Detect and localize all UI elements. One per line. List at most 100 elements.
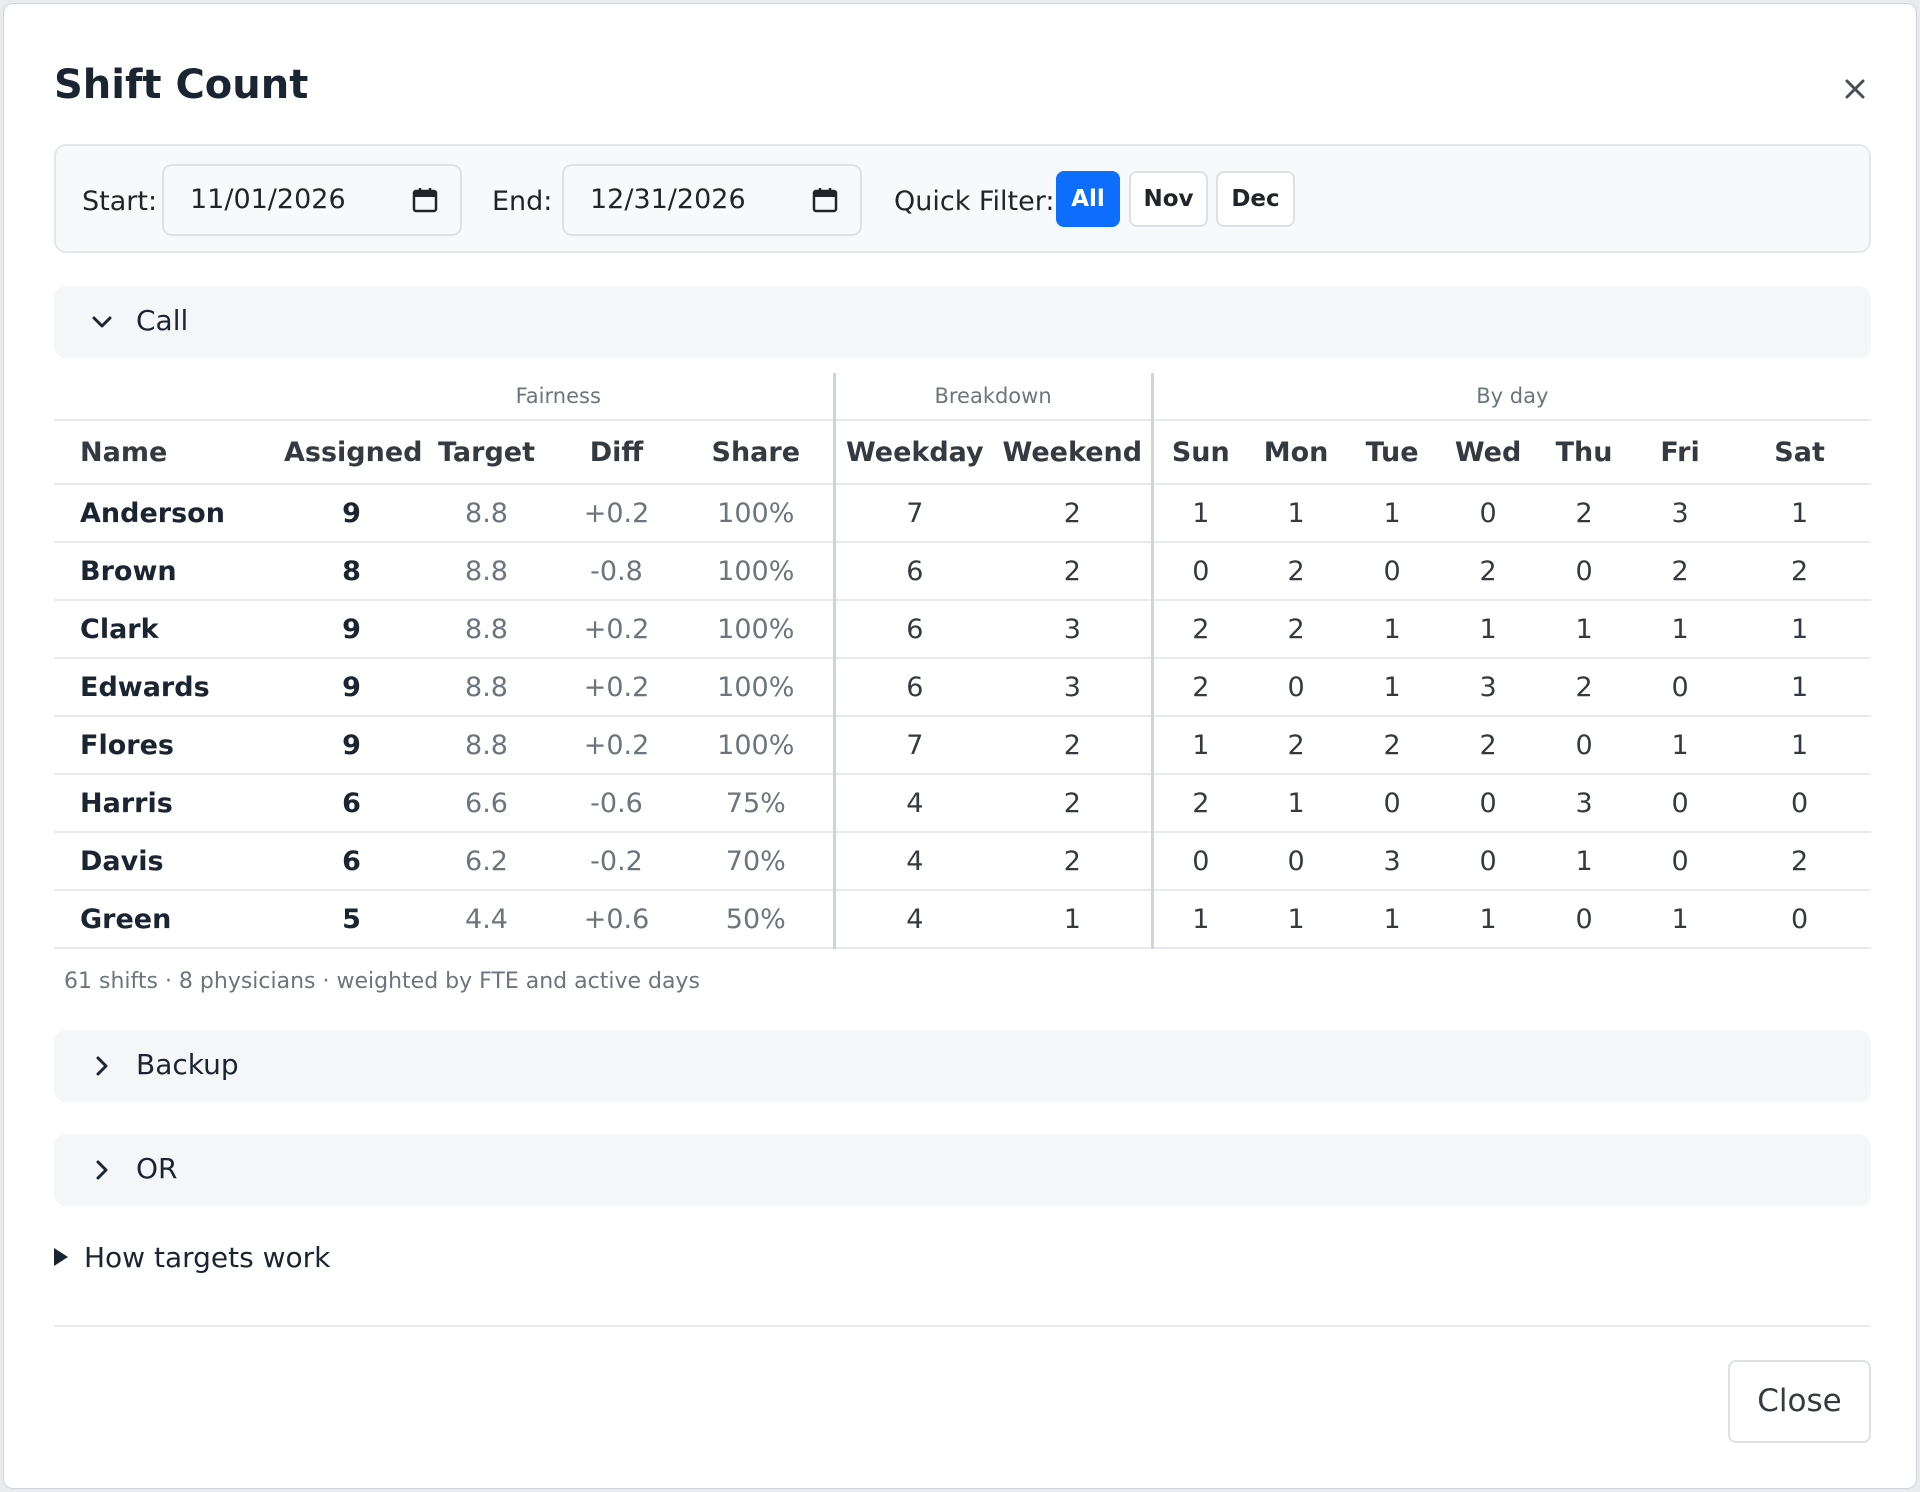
cell-mon: 2 <box>1248 600 1345 659</box>
cell-weekend: 2 <box>994 832 1153 891</box>
cell-thu: 0 <box>1536 716 1633 775</box>
disclosure-triangle-icon <box>54 1248 68 1266</box>
section-backup-header[interactable]: Backup <box>54 1030 1871 1102</box>
cell-mon: 1 <box>1248 484 1345 543</box>
cell-share: 50% <box>679 890 835 949</box>
quick-filter-all-button[interactable]: All <box>1056 171 1120 227</box>
column-header-name: Name <box>54 420 284 485</box>
cell-sat: 1 <box>1728 658 1872 717</box>
cell-target: 8.8 <box>419 716 554 775</box>
cell-fri: 1 <box>1632 600 1729 659</box>
cell-weekend: 3 <box>994 600 1153 659</box>
cell-diff: -0.6 <box>554 774 679 833</box>
cell-sun: 1 <box>1150 716 1249 775</box>
cell-sun: 1 <box>1150 484 1249 543</box>
cell-name: Green <box>54 890 284 949</box>
cell-target: 8.8 <box>419 542 554 601</box>
cell-weekend: 2 <box>994 774 1153 833</box>
table-row: Harris 6 6.6 -0.6 75% 4 2 2 1 0 0 3 0 0 <box>54 774 1872 833</box>
end-date-input[interactable]: 12/31/2026 <box>562 164 862 236</box>
quick-filter-nov-button[interactable]: Nov <box>1129 171 1208 227</box>
close-icon[interactable] <box>1840 74 1870 104</box>
cell-thu: 0 <box>1536 542 1633 601</box>
cell-fri: 0 <box>1632 658 1729 717</box>
quick-filter-dec-button[interactable]: Dec <box>1216 171 1295 227</box>
start-date-input[interactable]: 11/01/2026 <box>162 164 462 236</box>
cell-fri: 3 <box>1632 484 1729 543</box>
column-header-thu: Thu <box>1536 420 1633 485</box>
column-header-sun: Sun <box>1150 420 1249 485</box>
date-filter-bar: Start: 11/01/2026 End: 12/31/2026 Quick … <box>54 144 1871 253</box>
cell-tue: 1 <box>1344 484 1441 543</box>
cell-mon: 2 <box>1248 542 1345 601</box>
start-label: Start: <box>82 186 158 217</box>
cell-diff: +0.2 <box>554 484 679 543</box>
cell-diff: -0.8 <box>554 542 679 601</box>
quick-filter-label: Quick Filter: <box>894 186 1055 217</box>
cell-weekday: 7 <box>832 484 995 543</box>
cell-thu: 2 <box>1536 484 1633 543</box>
calendar-icon[interactable] <box>412 187 438 213</box>
cell-sat: 1 <box>1728 484 1872 543</box>
cell-tue: 2 <box>1344 716 1441 775</box>
column-header-assigned: Assigned <box>284 420 422 485</box>
cell-weekday: 7 <box>832 716 995 775</box>
cell-share: 100% <box>679 484 835 543</box>
cell-name: Harris <box>54 774 284 833</box>
cell-name: Clark <box>54 600 284 659</box>
close-button[interactable]: Close <box>1728 1360 1871 1443</box>
end-label: End: <box>492 186 553 217</box>
table-row: Brown 8 8.8 -0.8 100% 6 2 0 2 0 2 0 2 2 <box>54 542 1872 601</box>
cell-thu: 0 <box>1536 890 1633 949</box>
cell-sat: 0 <box>1728 890 1872 949</box>
cell-share: 75% <box>679 774 835 833</box>
cell-fri: 2 <box>1632 542 1729 601</box>
cell-weekday: 4 <box>832 890 995 949</box>
cell-sun: 0 <box>1150 832 1249 891</box>
cell-share: 100% <box>679 600 835 659</box>
cell-mon: 2 <box>1248 716 1345 775</box>
cell-wed: 2 <box>1440 716 1537 775</box>
cell-sun: 2 <box>1150 774 1249 833</box>
section-call-label: Call <box>136 304 189 337</box>
column-header-wed: Wed <box>1440 420 1537 485</box>
cell-mon: 1 <box>1248 890 1345 949</box>
column-header-weekend: Weekend <box>994 420 1153 485</box>
how-targets-work-toggle[interactable]: How targets work <box>54 1241 330 1274</box>
table-summary: 61 shifts · 8 physicians · weighted by F… <box>64 969 700 994</box>
shift-count-dialog: Shift Count Start: 11/01/2026 End: 12/31… <box>3 3 1917 1489</box>
cell-target: 8.8 <box>419 658 554 717</box>
cell-weekend: 2 <box>994 484 1153 543</box>
table-row: Flores 9 8.8 +0.2 100% 7 2 1 2 2 2 0 1 1 <box>54 716 1872 775</box>
section-call-header[interactable]: Call <box>54 286 1871 358</box>
column-header-mon: Mon <box>1248 420 1345 485</box>
cell-diff: +0.2 <box>554 658 679 717</box>
cell-target: 4.4 <box>419 890 554 949</box>
column-header-target: Target <box>419 420 554 485</box>
cell-wed: 0 <box>1440 832 1537 891</box>
group-header-by-day: By day <box>1150 373 1872 421</box>
cell-fri: 1 <box>1632 716 1729 775</box>
cell-name: Davis <box>54 832 284 891</box>
section-or-header[interactable]: OR <box>54 1134 1871 1206</box>
cell-wed: 3 <box>1440 658 1537 717</box>
chevron-right-icon <box>96 1056 108 1076</box>
cell-wed: 1 <box>1440 890 1537 949</box>
cell-assigned: 9 <box>284 716 419 775</box>
cell-tue: 3 <box>1344 832 1441 891</box>
cell-target: 8.8 <box>419 484 554 543</box>
cell-name: Edwards <box>54 658 284 717</box>
cell-weekend: 2 <box>994 716 1153 775</box>
cell-assigned: 9 <box>284 484 419 543</box>
cell-tue: 0 <box>1344 542 1441 601</box>
cell-weekday: 4 <box>832 774 995 833</box>
cell-tue: 1 <box>1344 658 1441 717</box>
table-row: Davis 6 6.2 -0.2 70% 4 2 0 0 3 0 1 0 2 <box>54 832 1872 891</box>
calendar-icon[interactable] <box>812 187 838 213</box>
cell-fri: 0 <box>1632 832 1729 891</box>
section-backup-label: Backup <box>136 1048 239 1081</box>
dialog-title: Shift Count <box>54 62 309 108</box>
cell-thu: 1 <box>1536 832 1633 891</box>
cell-diff: +0.2 <box>554 600 679 659</box>
cell-weekday: 6 <box>832 542 995 601</box>
